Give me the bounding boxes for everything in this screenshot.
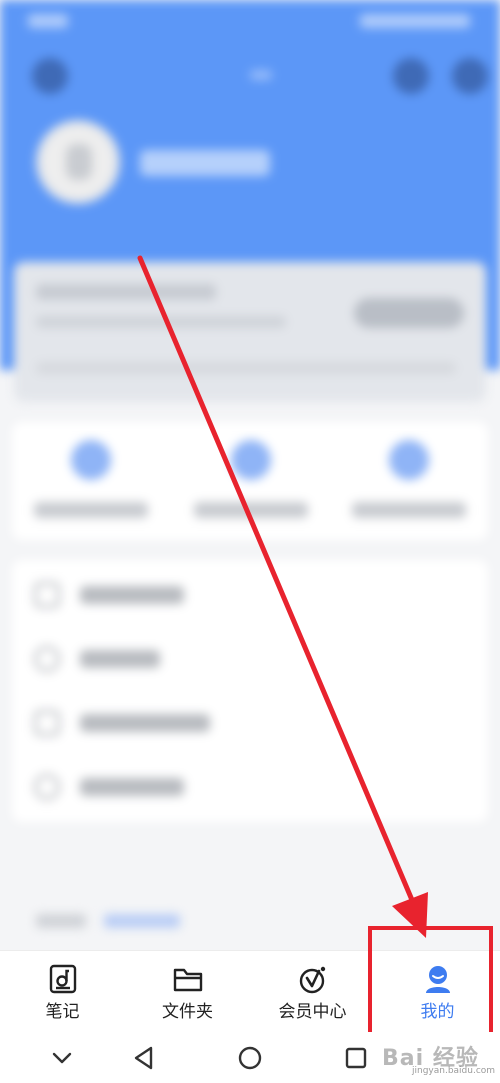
menu-item[interactable] xyxy=(12,564,488,628)
feature-label xyxy=(352,502,466,518)
header-right-button[interactable] xyxy=(393,58,429,94)
menu-item[interactable] xyxy=(12,756,488,820)
menu-item-label xyxy=(80,714,210,732)
avatar[interactable] xyxy=(36,120,120,204)
menu-item-icon xyxy=(34,582,60,608)
tab-label: 笔记 xyxy=(45,1002,80,1022)
vip-card[interactable] xyxy=(14,262,486,402)
home-circle-icon[interactable] xyxy=(232,1040,268,1076)
back-triangle-icon[interactable] xyxy=(126,1040,162,1076)
vip-card-title xyxy=(36,284,216,300)
feature-label xyxy=(34,502,148,518)
bottom-tab-bar: 笔记 文件夹 会员中心 我的 xyxy=(0,950,500,1032)
profile-screen: 笔记 文件夹 会员中心 我的 Bai 经验 jingyan.baidu.com xyxy=(0,0,500,1083)
profile-icon xyxy=(426,966,450,993)
feature-label xyxy=(194,502,308,518)
tab-label: 我的 xyxy=(420,1002,455,1022)
watermark: Bai 经验 jingyan.baidu.com xyxy=(382,1040,496,1078)
feature-item[interactable] xyxy=(16,440,166,530)
menu-item-label xyxy=(80,586,184,604)
folder-icon xyxy=(173,968,203,992)
menu-item-icon xyxy=(34,710,60,736)
status-bar xyxy=(0,0,500,40)
tab-label: 会员中心 xyxy=(278,1002,347,1022)
feature-item[interactable] xyxy=(334,440,484,530)
tab-label: 文件夹 xyxy=(162,1002,213,1022)
feature-item[interactable] xyxy=(176,440,326,530)
watermark-url: jingyan.baidu.com xyxy=(412,1066,496,1076)
feature-icon xyxy=(389,440,429,480)
settings-menu xyxy=(12,560,488,822)
vip-open-button[interactable] xyxy=(354,298,464,328)
header-left-button[interactable] xyxy=(32,58,68,94)
avatar-placeholder-icon xyxy=(66,144,92,180)
feature-icon xyxy=(231,440,271,480)
header-chevron-icon xyxy=(250,70,272,80)
status-icons xyxy=(360,14,470,28)
menu-item-label xyxy=(80,778,184,796)
menu-item[interactable] xyxy=(12,692,488,756)
recents-square-icon[interactable] xyxy=(338,1040,374,1076)
blurred-profile-content xyxy=(0,0,500,950)
footer-link[interactable] xyxy=(104,914,180,928)
menu-item[interactable] xyxy=(12,628,488,692)
tab-profile[interactable]: 我的 xyxy=(375,951,500,1033)
username[interactable] xyxy=(140,150,270,176)
vip-card-benefits xyxy=(36,362,456,374)
tab-vip-center[interactable]: 会员中心 xyxy=(250,951,375,1033)
menu-item-label xyxy=(80,650,160,668)
chevron-down-icon[interactable] xyxy=(44,1040,80,1076)
menu-item-icon xyxy=(34,646,60,672)
status-time xyxy=(28,14,68,28)
vip-center-icon xyxy=(299,966,326,994)
feature-icon xyxy=(71,440,111,480)
footer-text xyxy=(36,914,86,928)
note-icon xyxy=(49,964,77,994)
tab-folders[interactable]: 文件夹 xyxy=(125,951,250,1033)
header-settings-button[interactable] xyxy=(452,58,488,94)
tab-notes[interactable]: 笔记 xyxy=(0,951,125,1033)
feature-grid xyxy=(12,422,488,540)
vip-card-subtitle xyxy=(36,316,286,328)
menu-item-icon xyxy=(34,774,60,800)
